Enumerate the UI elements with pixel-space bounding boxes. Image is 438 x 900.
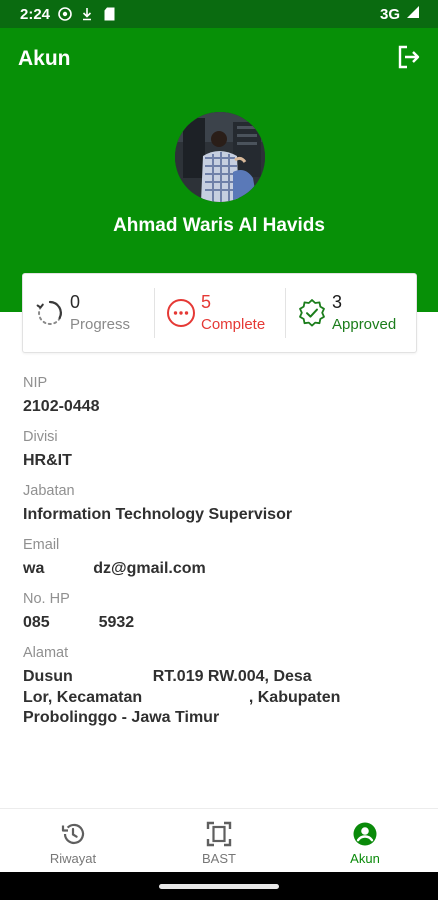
alamat-label: Alamat — [23, 645, 69, 661]
email-label: Email — [23, 537, 60, 553]
avatar — [175, 112, 265, 202]
divisi-label: Divisi — [23, 429, 58, 445]
nip-label: NIP — [23, 375, 48, 391]
status-time: 2:24 — [20, 5, 51, 23]
hp-label: No. HP — [23, 591, 70, 607]
nav-akun[interactable]: Akun — [292, 809, 438, 872]
page-title: Akun — [18, 47, 71, 70]
signal-icon — [406, 5, 420, 23]
profile-header: Akun Ahmad Waris Al Havids — [0, 28, 438, 312]
sim-card-icon — [102, 7, 116, 21]
progress-count: 0 — [70, 292, 81, 312]
email-value: wa dz@gmail.com — [23, 560, 206, 577]
divisi-value: HR&IT — [23, 452, 72, 469]
jabatan-value: Information Technology Supervisor — [23, 506, 293, 523]
account-circle-icon — [352, 821, 378, 847]
complete-label: Complete — [201, 316, 266, 333]
complete-count: 5 — [201, 292, 212, 312]
alamat-line-2: Lor, Kecamatan , Kabupaten — [23, 688, 341, 706]
nav-riwayat-label: Riwayat — [49, 851, 97, 866]
status-right: 3G — [380, 5, 420, 23]
system-gesture-bar — [0, 872, 438, 900]
verified-badge-icon — [297, 298, 327, 328]
approved-count: 3 — [332, 292, 343, 312]
chrome-icon — [58, 7, 72, 21]
alamat-line-3: Probolinggo - Jawa Timur — [23, 709, 220, 726]
history-icon — [60, 821, 86, 847]
document-scan-icon — [206, 821, 232, 847]
hp-value: 085 5932 — [23, 614, 135, 631]
task-stats-card: 0 Progress 5 Complete 3 Approved — [22, 273, 417, 353]
logout-icon — [396, 44, 422, 75]
stat-approved[interactable]: 3 Approved — [285, 274, 416, 352]
more-horizontal-circle-icon — [166, 298, 196, 328]
nav-akun-label: Akun — [350, 851, 380, 866]
nav-riwayat[interactable]: Riwayat — [0, 809, 146, 872]
download-icon — [80, 7, 94, 21]
jabatan-label: Jabatan — [23, 483, 75, 499]
network-type: 3G — [379, 5, 400, 23]
progress-label: Progress — [70, 316, 131, 333]
status-bar: 2:24 3G — [0, 0, 438, 28]
home-gesture-handle[interactable] — [159, 884, 279, 889]
user-name: Ahmad Waris Al Havids — [113, 215, 325, 236]
alamat-line-1: Dusun RT.019 RW.004, Desa — [23, 668, 312, 685]
logout-button[interactable] — [394, 44, 424, 74]
approved-label: Approved — [332, 316, 397, 333]
refresh-icon — [35, 298, 65, 328]
nip-value: 2102-0448 — [23, 398, 100, 415]
nav-bast[interactable]: BAST — [146, 809, 292, 872]
profile-info: NIP 2102-0448 Divisi HR&IT Jabatan Infor… — [23, 374, 418, 740]
stat-progress[interactable]: 0 Progress — [23, 274, 154, 352]
nav-bast-label: BAST — [202, 851, 236, 866]
stat-complete[interactable]: 5 Complete — [154, 274, 285, 352]
bottom-navigation: Riwayat BAST Akun — [0, 808, 438, 872]
alamat-value: Dusun RT.019 RW.004, Desa Lor, Kecamatan… — [23, 667, 418, 729]
